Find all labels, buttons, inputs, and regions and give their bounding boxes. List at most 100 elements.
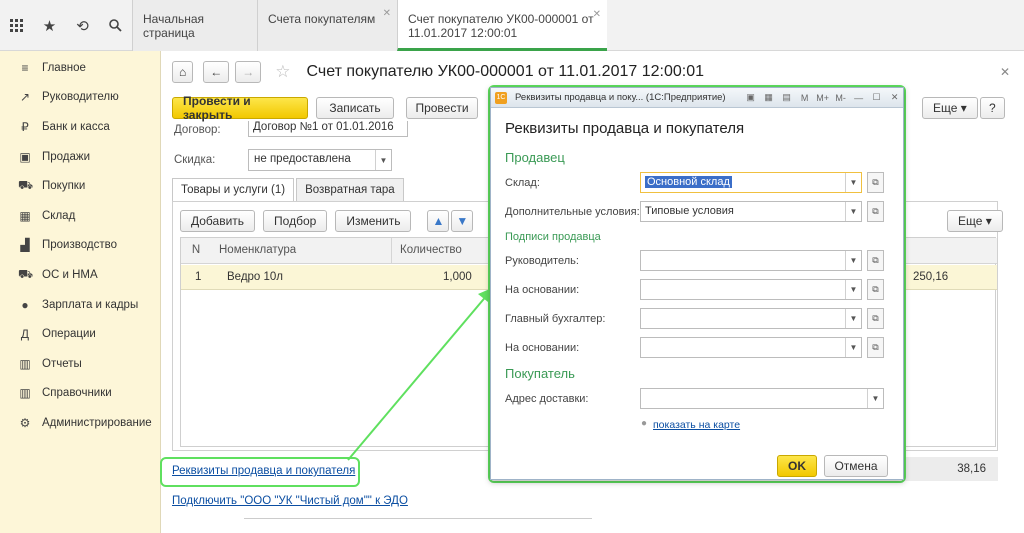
- sidebar-item-warehouse[interactable]: ▦ Склад: [0, 201, 160, 231]
- back-button[interactable]: ←: [203, 61, 230, 83]
- table-toolbar: Добавить Подбор Изменить ▲ ▼: [180, 210, 474, 232]
- help-button[interactable]: ?: [980, 97, 1005, 119]
- favorite-star-icon[interactable]: ☆: [275, 62, 290, 82]
- open-icon[interactable]: ⧉: [867, 201, 884, 222]
- apps-grid-icon[interactable]: [0, 0, 33, 51]
- sidebar-item-admin[interactable]: ⚙ Администрирование: [0, 408, 160, 438]
- pick-button[interactable]: Подбор: [263, 210, 328, 232]
- open-icon[interactable]: ⧉: [867, 250, 884, 271]
- address-field[interactable]: ▼: [640, 388, 884, 409]
- search-icon[interactable]: [99, 0, 132, 51]
- sidebar-item-catalogs[interactable]: ▥ Справочники: [0, 379, 160, 409]
- discount-field[interactable]: не предоставлена ▼: [248, 149, 392, 171]
- sidebar-item-sales[interactable]: ▣ Продажи: [0, 142, 160, 172]
- sidebar-item-production[interactable]: ▟ Производство: [0, 231, 160, 261]
- memory-minus-icon[interactable]: M-: [834, 91, 848, 105]
- tab-current-invoice[interactable]: Счет покупателю УК00-000001 от 11.01.201…: [397, 0, 607, 51]
- chevron-down-icon[interactable]: ▼: [867, 389, 883, 408]
- link-icon[interactable]: ▣: [744, 91, 758, 105]
- minimize-icon[interactable]: —: [852, 91, 866, 105]
- command-bar: Провести и закрыть Записать Провести: [172, 94, 478, 122]
- basis-field-1[interactable]: ▼: [640, 279, 862, 300]
- sidebar-item-assets[interactable]: ⛟ ОС и НМА: [0, 260, 160, 290]
- sidebar-item-manager[interactable]: ↗ Руководителю: [0, 83, 160, 113]
- chevron-down-icon[interactable]: ▼: [845, 338, 861, 357]
- table-more-button[interactable]: Еще ▾: [947, 210, 1003, 232]
- factory-icon: ▟: [20, 238, 30, 253]
- title-line: ⌂ ← → ☆ Счет покупателю УК00-000001 от 1…: [172, 61, 704, 83]
- sidebar-item-reports[interactable]: ▥ Отчеты: [0, 349, 160, 379]
- open-icon[interactable]: ⧉: [867, 337, 884, 358]
- sidebar-item-label: ОС и НМА: [42, 268, 98, 281]
- tab-invoices[interactable]: Счета покупателям ✕: [257, 0, 397, 51]
- memory-plus-icon[interactable]: M+: [816, 91, 830, 105]
- tab-returnable[interactable]: Возвратная тара: [296, 178, 404, 202]
- ok-button[interactable]: OK: [777, 455, 817, 477]
- chevron-down-icon[interactable]: ▼: [845, 280, 861, 299]
- close-icon[interactable]: ✕: [383, 8, 391, 19]
- show-on-map-link[interactable]: показать на карте: [653, 419, 740, 431]
- chevron-down-icon[interactable]: ▼: [845, 202, 861, 221]
- tab-label: Начальная страница: [143, 12, 205, 40]
- person-icon: ●: [21, 297, 29, 312]
- dialog-window-title: Реквизиты продавца и поку... (1С:Предпри…: [515, 92, 726, 103]
- highlight-details-link: [160, 457, 360, 487]
- chevron-down-icon[interactable]: ▼: [845, 251, 861, 270]
- map-pin-icon: ●: [641, 418, 648, 429]
- contract-field[interactable]: Договор №1 от 01.01.2016: [248, 121, 408, 137]
- app-logo-icon: 1С: [495, 91, 507, 104]
- sidebar-item-main[interactable]: ≡ Главное: [0, 53, 160, 83]
- more-button[interactable]: Еще ▾: [922, 97, 978, 119]
- cell-item: Ведро 10л: [227, 271, 284, 283]
- post-and-close-button[interactable]: Провести и закрыть: [172, 94, 308, 122]
- warehouse-value: Основной склад: [645, 176, 732, 188]
- star-icon[interactable]: ★: [33, 0, 66, 51]
- close-icon[interactable]: ✕: [888, 91, 902, 105]
- trend-icon: ↗: [19, 90, 31, 105]
- sidebar-item-label: Справочники: [42, 387, 112, 400]
- sidebar-item-bank[interactable]: ₽ Банк и касса: [0, 112, 160, 142]
- forward-button[interactable]: →: [235, 61, 262, 83]
- terms-field[interactable]: Типовые условия ▼: [640, 201, 862, 222]
- sidebar-item-label: Главное: [42, 61, 86, 74]
- doc-tabs: Товары и услуги (1) Возвратная тара: [172, 178, 404, 202]
- edit-button[interactable]: Изменить: [335, 210, 412, 232]
- calculator-icon[interactable]: ▦: [762, 91, 776, 105]
- calendar-icon[interactable]: ▤: [780, 91, 794, 105]
- close-icon[interactable]: ✕: [593, 8, 601, 22]
- sidebar-item-operations[interactable]: Д Операции: [0, 319, 160, 349]
- sidebar-item-label: Операции: [42, 328, 96, 341]
- tab-label-line1: Счет покупателю УК00-000001 от: [408, 12, 594, 26]
- chevron-down-icon[interactable]: ▼: [845, 173, 861, 192]
- cell-sum: 250,16: [913, 271, 949, 283]
- head-field[interactable]: ▼: [640, 250, 862, 271]
- top-icons: ★ ⟲: [0, 0, 132, 51]
- basis-label-1: На основании:: [505, 284, 580, 296]
- cancel-button[interactable]: Отмена: [824, 455, 888, 477]
- chevron-down-icon[interactable]: ▼: [845, 309, 861, 328]
- open-icon[interactable]: ⧉: [867, 279, 884, 300]
- basis-field-2[interactable]: ▼: [640, 337, 862, 358]
- total-cell: 38,16: [902, 457, 998, 481]
- tab-goods[interactable]: Товары и услуги (1): [172, 178, 295, 202]
- sidebar-item-salary[interactable]: ● Зарплата и кадры: [0, 290, 160, 320]
- open-icon[interactable]: ⧉: [867, 172, 884, 193]
- sidebar-item-purchases[interactable]: ⛟ Покупки: [0, 171, 160, 201]
- accountant-field[interactable]: ▼: [640, 308, 862, 329]
- warehouse-field[interactable]: Основной склад ▼: [640, 172, 862, 193]
- close-icon[interactable]: ✕: [1000, 65, 1010, 79]
- details-dialog: 1С Реквизиты продавца и поку... (1С:Пред…: [490, 87, 904, 480]
- home-button[interactable]: ⌂: [172, 61, 194, 83]
- memory-icon[interactable]: M: [798, 91, 812, 105]
- history-icon[interactable]: ⟲: [66, 0, 99, 51]
- save-button[interactable]: Записать: [316, 97, 394, 119]
- tab-home[interactable]: Начальная страница: [132, 0, 257, 51]
- move-up-icon[interactable]: ▲: [427, 210, 450, 232]
- chevron-down-icon[interactable]: ▼: [375, 150, 391, 170]
- edo-link[interactable]: Подключить "ООО "УК "Чистый дом"" к ЭДО: [172, 495, 408, 507]
- maximize-icon[interactable]: ☐: [870, 91, 884, 105]
- move-down-icon[interactable]: ▼: [451, 210, 474, 232]
- post-button[interactable]: Провести: [406, 97, 478, 119]
- open-icon[interactable]: ⧉: [867, 308, 884, 329]
- add-button[interactable]: Добавить: [180, 210, 256, 232]
